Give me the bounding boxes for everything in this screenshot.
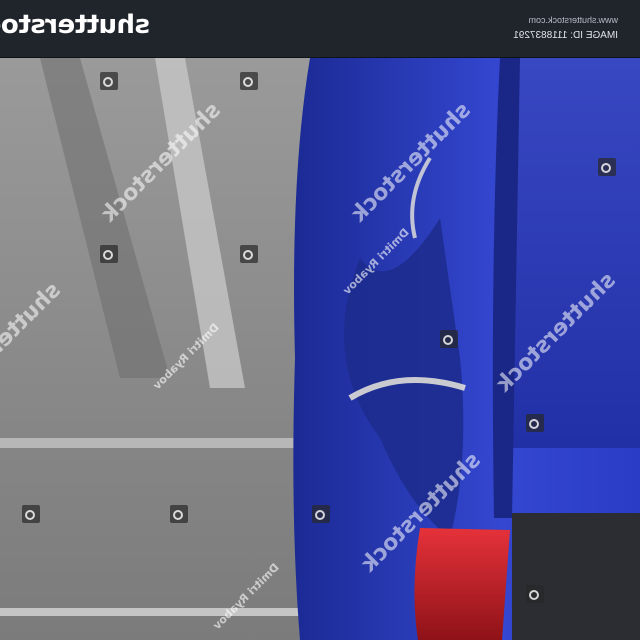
watermark-banner: shutterstock www.shutterstock.com IMAGE … — [0, 0, 640, 58]
watermark-badge — [240, 72, 258, 90]
watermark-badge — [22, 505, 40, 523]
watermark-badge — [312, 505, 330, 523]
curb-line — [0, 438, 340, 448]
watermark-badge — [170, 505, 188, 523]
watermark-badge — [440, 330, 458, 348]
watermark-badge — [100, 245, 118, 263]
rear-window — [511, 58, 640, 448]
screenshot-frame: shutterstock www.shutterstock.com IMAGE … — [0, 0, 640, 640]
site-url: www.shutterstock.com — [528, 15, 618, 25]
brand-logo: shutterstock — [0, 10, 150, 40]
watermark-badge — [526, 414, 544, 432]
image-id: IMAGE ID: 1118837291 — [513, 30, 618, 41]
watermark-badge — [598, 158, 616, 176]
watermark-badge — [240, 245, 258, 263]
parking-stripe — [0, 608, 340, 616]
taillight — [414, 528, 510, 640]
watermark-badge — [526, 585, 544, 603]
watermark-badge — [100, 72, 118, 90]
rear-glass-lower — [512, 513, 640, 640]
